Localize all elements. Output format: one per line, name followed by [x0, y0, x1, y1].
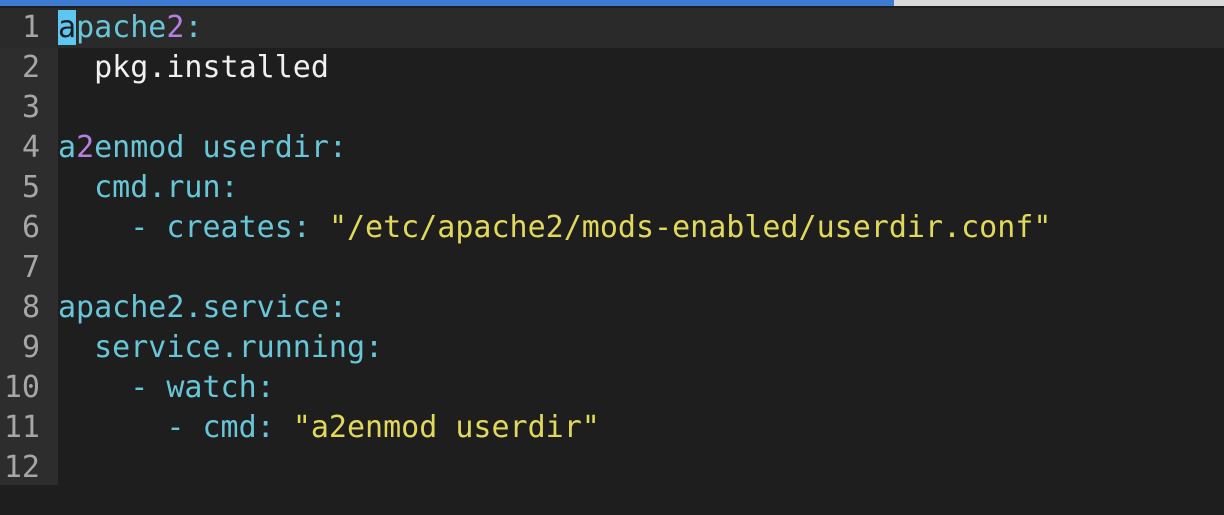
code-token: -	[58, 370, 167, 405]
line-number: 5	[21, 170, 40, 205]
line-number: 1	[21, 10, 40, 45]
code-token: pache	[76, 10, 167, 45]
code-line[interactable]: 3	[0, 88, 1224, 128]
line-number: 2	[21, 50, 40, 85]
code-token: cmd:	[202, 410, 293, 445]
code-token: pkg.installed	[58, 50, 329, 85]
code-line[interactable]: 9 service.running:	[0, 328, 1224, 368]
line-code[interactable]: - creates: "/etc/apache2/mods-enabled/us…	[58, 208, 1051, 248]
code-token: -	[58, 210, 167, 245]
code-line[interactable]: 11 - cmd: "a2enmod userdir"	[0, 408, 1224, 448]
code-token: cmd.run:	[58, 170, 239, 205]
code-token: :	[184, 10, 203, 45]
code-token: a	[58, 130, 77, 165]
line-number: 12	[3, 450, 40, 485]
code-line[interactable]: 4 a2enmod userdir:	[0, 128, 1224, 168]
line-number: 3	[21, 90, 40, 125]
code-token: 2	[166, 10, 185, 45]
line-number: 9	[21, 330, 40, 365]
scroll-progress-fill	[0, 0, 894, 6]
line-code[interactable]: - watch:	[58, 368, 275, 408]
code-line[interactable]: 2 pkg.installed	[0, 48, 1224, 88]
code-token: apache2.service:	[58, 290, 347, 325]
code-line[interactable]: 12	[0, 448, 1224, 488]
line-code[interactable]: apache2:	[58, 8, 203, 48]
line-number: 8	[21, 290, 40, 325]
code-token: "a2enmod userdir"	[292, 410, 600, 445]
code-token: creates:	[166, 210, 329, 245]
line-number: 7	[21, 250, 40, 285]
line-code[interactable]: service.running:	[58, 328, 383, 368]
line-code[interactable]: a2enmod userdir:	[58, 128, 347, 168]
code-token: watch:	[166, 370, 275, 405]
code-line[interactable]: 8 apache2.service:	[0, 288, 1224, 328]
line-number: 4	[21, 130, 40, 165]
line-number: 10	[3, 370, 40, 405]
line-number: 11	[3, 410, 40, 445]
code-line[interactable]: 7	[0, 248, 1224, 288]
line-code[interactable]: pkg.installed	[58, 48, 329, 88]
line-code[interactable]: apache2.service:	[58, 288, 347, 328]
code-editor[interactable]: 1 apache2: 2 pkg.installed 3 4 a2enmod userdi…	[0, 0, 1224, 515]
line-number: 6	[21, 210, 40, 245]
code-line[interactable]: 6 - creates: "/etc/apache2/mods-enabled/…	[0, 208, 1224, 248]
line-code[interactable]: cmd.run:	[58, 168, 239, 208]
code-token: "/etc/apache2/mods-enabled/userdir.conf"	[328, 210, 1052, 245]
scroll-progress-bar	[0, 0, 1224, 6]
code-token: enmod userdir:	[94, 130, 347, 165]
code-token: -	[58, 410, 203, 445]
code-line[interactable]: 1 apache2:	[0, 8, 1224, 48]
code-line[interactable]: 5 cmd.run:	[0, 168, 1224, 208]
code-token: 2	[76, 130, 95, 165]
code-line[interactable]: 10 - watch:	[0, 368, 1224, 408]
text-cursor: a	[58, 10, 77, 45]
code-token: service.running:	[58, 330, 384, 365]
line-code[interactable]: - cmd: "a2enmod userdir"	[58, 408, 600, 448]
